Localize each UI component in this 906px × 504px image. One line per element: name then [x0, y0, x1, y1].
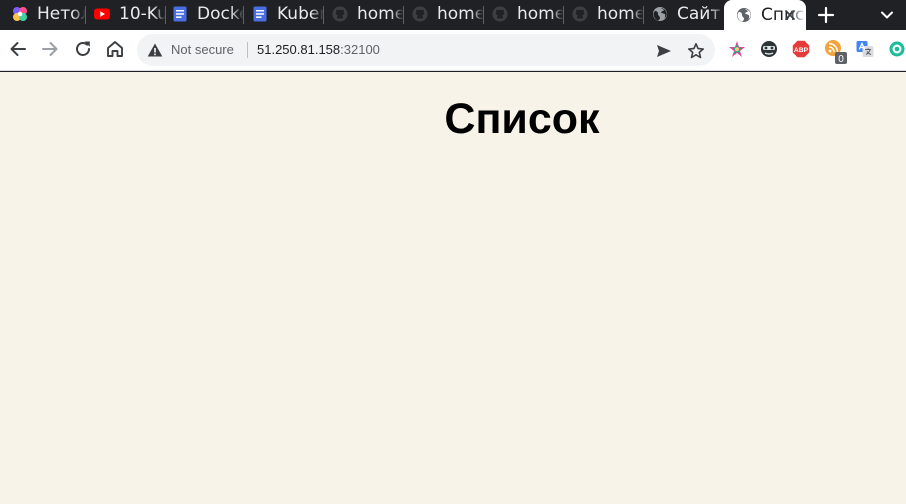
- tab-docker-doc[interactable]: Docker: [160, 0, 244, 28]
- bookmark-star-icon[interactable]: [687, 42, 705, 60]
- spy-extension-icon[interactable]: [760, 40, 778, 58]
- tab-kubernetes-doc[interactable]: Kubernetes: [240, 0, 324, 28]
- google-docs-icon: [253, 6, 267, 22]
- abp-icon-text: ABP: [794, 47, 809, 54]
- github-icon: [572, 6, 588, 22]
- tab-label: homework: [517, 4, 564, 24]
- warning-triangle-icon[interactable]: [147, 42, 163, 58]
- tab-label: Сайт: [677, 4, 721, 24]
- netology-logo-icon: [13, 7, 27, 21]
- url-text[interactable]: 51.250.81.158:32100: [257, 42, 380, 57]
- new-tab-plus-icon[interactable]: [814, 3, 838, 27]
- reload-icon[interactable]: [72, 38, 94, 60]
- not-secure-label[interactable]: Not secure: [171, 42, 234, 57]
- close-icon[interactable]: [782, 7, 798, 23]
- tab-github-2[interactable]: homework: [400, 0, 484, 28]
- globe-icon: [653, 7, 667, 21]
- globe-icon: [737, 8, 751, 22]
- rss-extension-icon[interactable]: 0: [824, 39, 848, 65]
- address-bar[interactable]: Not secure 51.250.81.158:32100: [137, 34, 715, 66]
- url-port: :32100: [340, 42, 380, 57]
- colorful-star-extension-icon[interactable]: [728, 40, 746, 58]
- extension-badge-count: 0: [838, 54, 844, 65]
- tab-label: Нетология: [37, 4, 86, 24]
- tab-strip: Нетология 10-Kubernetes Docker Kubernete…: [0, 0, 906, 30]
- adblock-plus-icon[interactable]: ABP: [792, 40, 810, 58]
- tab-github-1[interactable]: homework: [320, 0, 404, 28]
- youtube-icon: [94, 8, 110, 20]
- tab-label: Docker: [197, 4, 244, 24]
- page-heading: Список: [444, 95, 600, 143]
- tab-github-4[interactable]: homework: [560, 0, 644, 28]
- tab-label: homework: [357, 4, 404, 24]
- browser-toolbar: Not secure 51.250.81.158:32100 ABP 0: [0, 30, 906, 71]
- chevron-down-icon[interactable]: [878, 6, 896, 24]
- forward-arrow-icon[interactable]: [39, 38, 61, 60]
- tab-list-active[interactable]: Список: [724, 0, 806, 30]
- github-icon: [332, 6, 348, 22]
- tab-label: homework: [597, 4, 644, 24]
- github-icon: [412, 6, 428, 22]
- tab-github-3[interactable]: homework: [480, 0, 564, 28]
- address-separator: [247, 42, 248, 58]
- google-translate-icon[interactable]: [856, 40, 874, 58]
- tab-label: homework: [437, 4, 484, 24]
- tab-netology[interactable]: Нетология: [0, 0, 86, 28]
- tab-youtube[interactable]: 10-Kubernetes: [82, 0, 166, 28]
- url-host: 51.250.81.158: [257, 42, 341, 57]
- google-docs-icon: [173, 6, 187, 22]
- back-arrow-icon[interactable]: [7, 38, 29, 60]
- partial-extension-icon[interactable]: [888, 40, 906, 58]
- github-icon: [492, 6, 508, 22]
- home-icon[interactable]: [104, 38, 126, 60]
- send-to-devices-icon[interactable]: [655, 42, 673, 60]
- tab-site[interactable]: Сайт: [640, 0, 724, 28]
- page-content: Список: [0, 72, 906, 504]
- tab-label: Kubernetes: [277, 4, 324, 24]
- tab-label: 10-Kubernetes: [119, 4, 166, 24]
